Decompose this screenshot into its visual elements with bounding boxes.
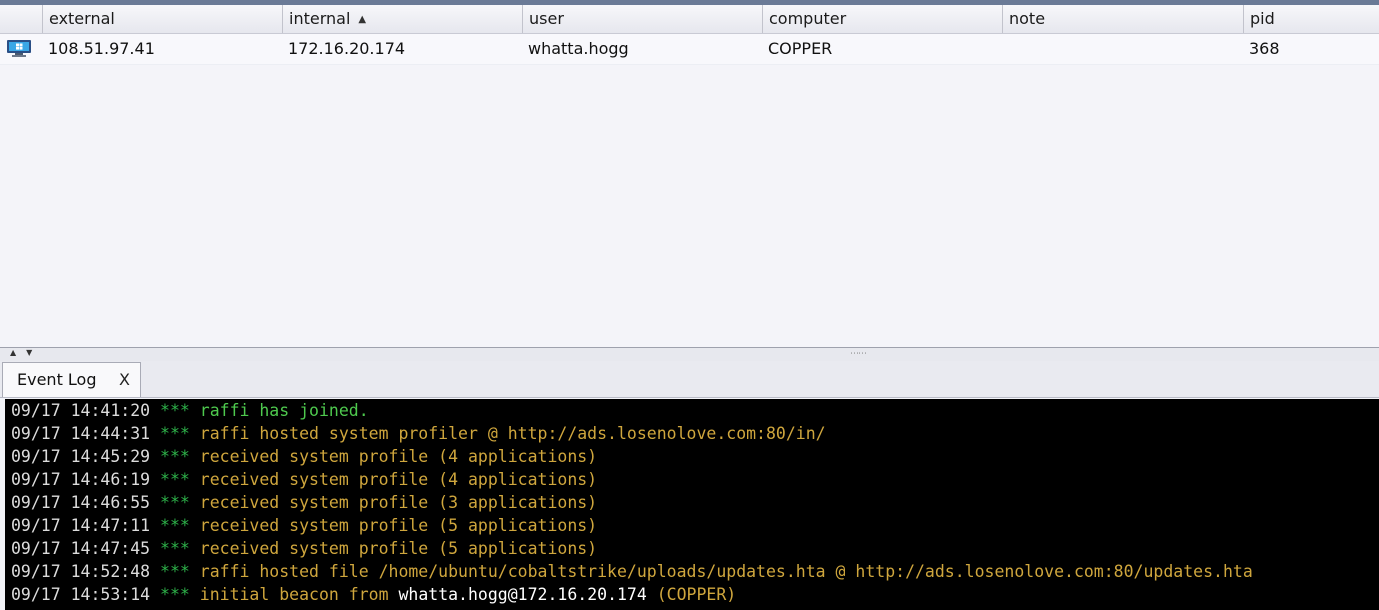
collapse-arrows-icon[interactable]: ▲▼ (10, 348, 42, 357)
table-row[interactable]: 108.51.97.41 172.16.20.174 whatta.hogg C… (0, 34, 1379, 65)
cell-external: 108.51.97.41 (48, 39, 155, 58)
cell-internal: 172.16.20.174 (288, 39, 406, 58)
cell-note (1002, 34, 1243, 64)
column-header-external[interactable]: external (42, 5, 282, 33)
pane-splitter[interactable]: ▲▼ ⋯⋯ (0, 347, 1379, 362)
column-header-pid[interactable]: pid (1243, 5, 1379, 33)
column-header-note[interactable]: note (1002, 5, 1243, 33)
log-line: 09/17 14:44:31 *** raffi hosted system p… (11, 424, 826, 443)
sort-ascending-icon: ▲ (358, 14, 367, 25)
tab-label: Event Log (17, 370, 97, 389)
splitter-grip-icon[interactable]: ⋯⋯ (850, 349, 867, 359)
beacon-user-host: whatta.hogg@172.16.20.174 (398, 585, 647, 604)
log-line: 09/17 14:52:48 *** raffi hosted file /ho… (11, 562, 1253, 581)
log-line: 09/17 14:45:29 *** received system profi… (11, 447, 598, 466)
event-log-console[interactable]: 09/17 14:41:20 *** raffi has joined. 09/… (5, 399, 1379, 610)
log-line: 09/17 14:46:19 *** received system profi… (11, 470, 598, 489)
windows-monitor-icon (7, 40, 31, 57)
tab-event-log[interactable]: Event Log X (2, 362, 141, 397)
log-line: 09/17 14:41:20 *** raffi has joined. (11, 401, 369, 420)
log-line: 09/17 14:47:11 *** received system profi… (11, 516, 598, 535)
cell-computer: COPPER (768, 39, 833, 58)
column-header-computer[interactable]: computer (762, 5, 1002, 33)
log-line: 09/17 14:46:55 *** received system profi… (11, 493, 598, 512)
log-line: 09/17 14:47:45 *** received system profi… (11, 539, 598, 558)
column-header-internal[interactable]: internal ▲ (282, 5, 522, 33)
cell-user: whatta.hogg (528, 39, 629, 58)
icon-column-header[interactable] (0, 5, 42, 33)
log-line: 09/17 14:53:14 *** initial beacon from w… (11, 585, 737, 604)
table-header: external internal ▲ user computer note pi… (0, 5, 1379, 34)
beacon-table: external internal ▲ user computer note pi… (0, 5, 1379, 347)
close-tab-icon[interactable]: X (119, 363, 130, 396)
column-header-user[interactable]: user (522, 5, 762, 33)
cell-pid: 368 (1249, 39, 1280, 58)
tab-bar: Event Log X (0, 361, 1379, 398)
